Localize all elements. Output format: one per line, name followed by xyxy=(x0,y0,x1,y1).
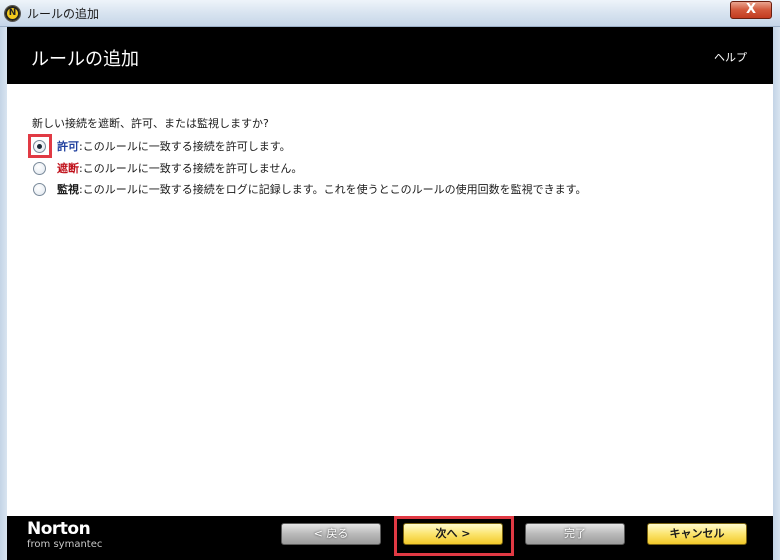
window-title: ルールの追加 xyxy=(27,7,100,21)
allow-description: :このルールに一致する接続を許可します。 xyxy=(79,140,291,153)
logo-sub-text: from symantec xyxy=(27,539,103,550)
option-allow-label[interactable]: 許可:このルールに一致する接続を許可します。 xyxy=(57,138,291,154)
option-block[interactable]: 遮断:このルールに一致する接続を許可しません。 xyxy=(33,160,302,176)
option-allow[interactable]: 許可:このルールに一致する接続を許可します。 xyxy=(33,138,291,154)
question-text: 新しい接続を遮断、許可、または監視しますか? xyxy=(32,117,269,130)
block-radio[interactable] xyxy=(33,161,46,175)
cancel-button[interactable]: キャンセル xyxy=(647,523,747,545)
block-keyword: 遮断 xyxy=(57,162,79,175)
window-frame-right xyxy=(773,27,780,560)
radio-highlight-box xyxy=(28,134,52,158)
close-window-button[interactable]: X xyxy=(730,1,772,19)
finish-button[interactable]: 完了 xyxy=(525,523,625,545)
block-description: :このルールに一致する接続を許可しません。 xyxy=(79,162,303,175)
norton-shield-icon: N xyxy=(4,5,21,22)
logo-main-text: Norton xyxy=(27,519,91,539)
option-monitor-label[interactable]: 監視:このルールに一致する接続をログに記録します。これを使うとこのルールの使用回… xyxy=(57,181,587,197)
help-link[interactable]: ヘルプ xyxy=(714,49,747,65)
norton-logo: Norton from symantec xyxy=(27,519,102,551)
monitor-description: :このルールに一致する接続をログに記録します。これを使うとこのルールの使用回数を… xyxy=(79,183,587,196)
window-titlebar: N ルールの追加 X xyxy=(0,0,780,27)
page-title: ルールの追加 xyxy=(31,49,139,70)
dialog-content: 新しい接続を遮断、許可、または監視しますか? 許可:このルールに一致する接続を許… xyxy=(7,84,773,516)
option-block-label[interactable]: 遮断:このルールに一致する接続を許可しません。 xyxy=(57,160,302,176)
option-monitor[interactable]: 監視:このルールに一致する接続をログに記録します。これを使うとこのルールの使用回… xyxy=(33,181,587,197)
back-button[interactable]: < 戻る xyxy=(281,523,381,545)
dialog-header: ルールの追加 ヘルプ xyxy=(7,27,773,84)
monitor-keyword: 監視 xyxy=(57,183,79,196)
allow-keyword: 許可 xyxy=(57,140,79,153)
window-frame-left xyxy=(0,27,7,560)
monitor-radio[interactable] xyxy=(33,182,46,196)
dialog-footer: Norton from symantec < 戻る 次へ > 完了 キャンセル xyxy=(7,516,773,560)
next-highlight-box xyxy=(394,516,514,556)
